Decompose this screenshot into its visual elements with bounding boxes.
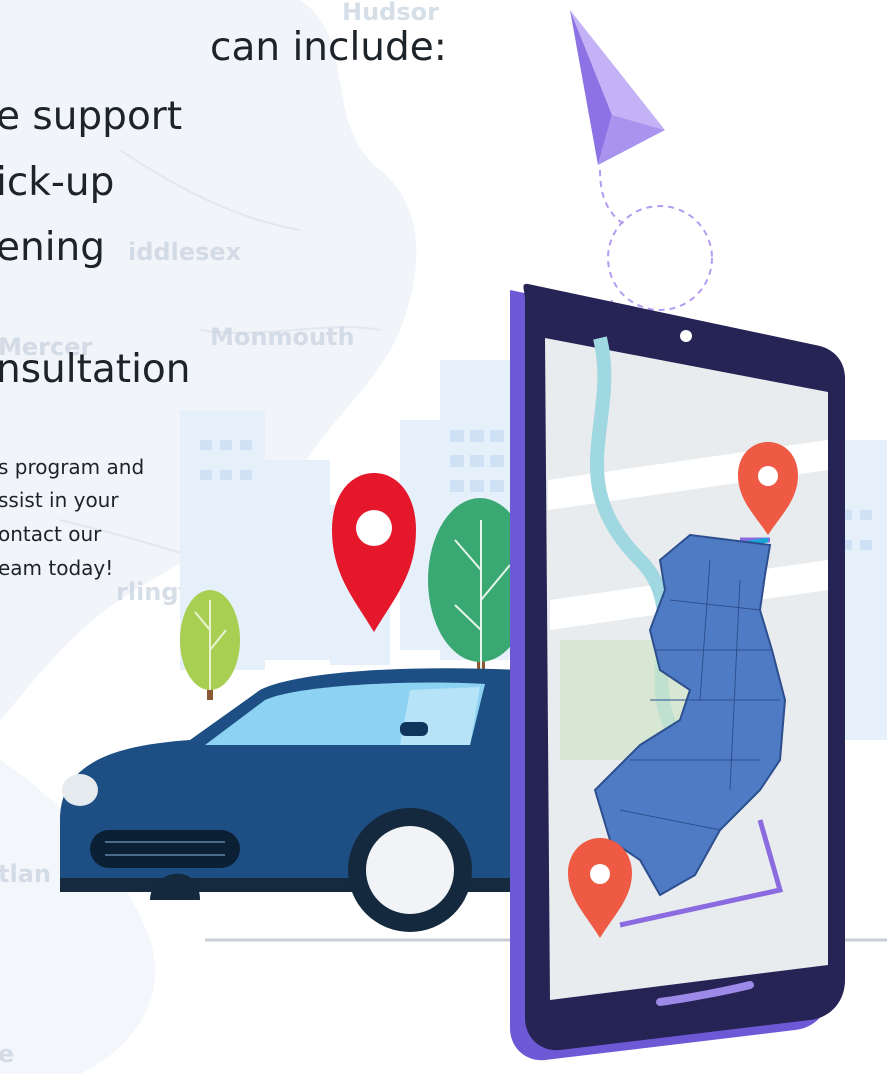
service-item-screening: ening	[0, 225, 106, 270]
services-intro: can include:	[210, 25, 447, 70]
car-icon	[60, 668, 570, 932]
consultation-line-1: s program and	[0, 455, 145, 479]
consultation-line-3: ontact our	[0, 522, 102, 546]
service-item-pickup: ick-up	[0, 160, 115, 205]
consultation-line-2: ssist in your	[0, 488, 119, 512]
tree-icon	[180, 590, 240, 700]
paper-plane-icon	[570, 10, 665, 165]
service-item-support: e support	[0, 94, 183, 139]
consultation-line-4: eam today!	[0, 556, 114, 580]
illustration-scene	[60, 10, 887, 1061]
consultation-heading: nsultation	[0, 347, 191, 392]
